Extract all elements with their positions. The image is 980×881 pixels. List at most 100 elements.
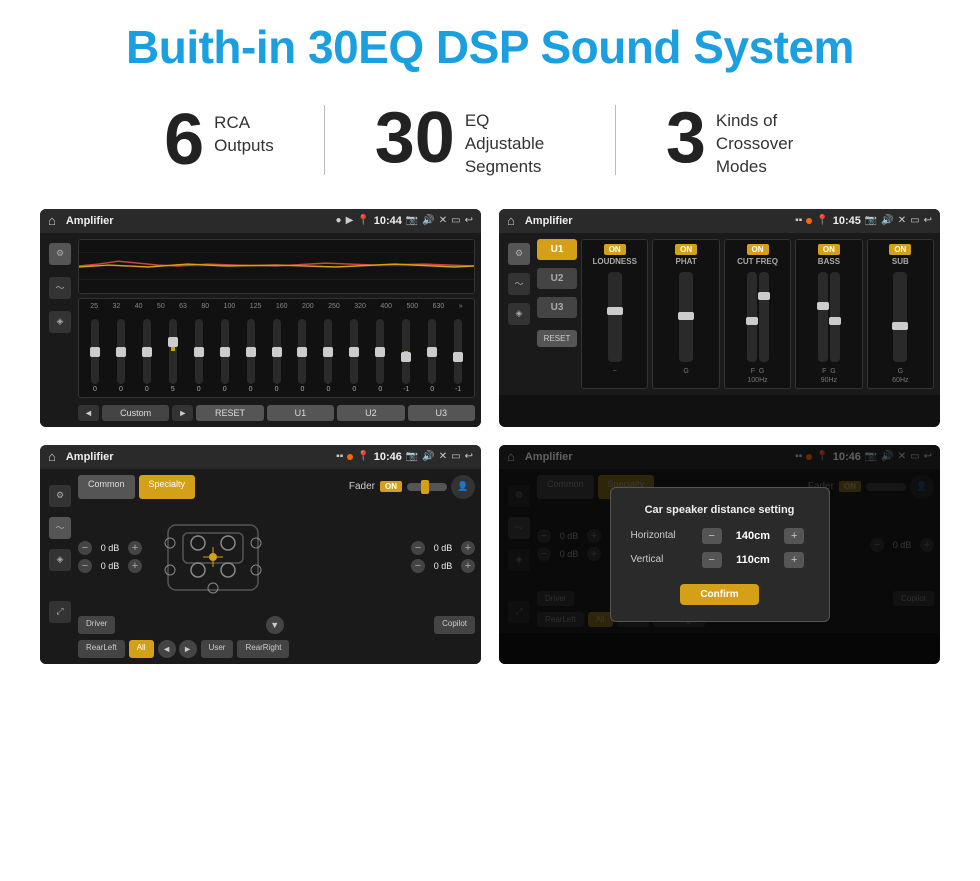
btn-rearleft[interactable]: RearLeft [78,640,125,658]
bal-wave-icon[interactable]: 〜 [49,517,71,539]
vol-fr-minus[interactable]: − [411,541,425,555]
eq-u1-button[interactable]: U1 [267,405,334,421]
home-icon-3[interactable]: ⌂ [48,449,56,464]
cross-phat-slider[interactable] [679,272,693,362]
eq-slider-9[interactable]: 0 [316,319,340,393]
btn-user[interactable]: User [201,640,234,658]
x-icon-2[interactable]: ✕ [898,215,906,226]
vol-fl-minus[interactable]: − [78,541,92,555]
btn-copilot[interactable]: Copilot [434,616,475,634]
eq-slider-14[interactable]: -1 [446,319,470,393]
cross-u3-button[interactable]: U3 [537,297,577,318]
eq-next-button[interactable]: ► [172,405,193,421]
dialog-vertical-minus[interactable]: − [702,552,722,568]
tab-common[interactable]: Common [78,475,135,499]
vol-rr-plus[interactable]: + [461,559,475,573]
eq-u3-button[interactable]: U3 [408,405,475,421]
eq-filter-icon[interactable]: ⚙ [49,243,71,265]
status-icons-3: ▪▪ 📍 10:46 📷 🔊 ✕ ▭ ↩ [336,451,473,463]
vol-fr-plus[interactable]: + [461,541,475,555]
dialog-vertical-label: Vertical [631,554,696,565]
btn-driver[interactable]: Driver [78,616,115,634]
eq-slider-7[interactable]: 0 [265,319,289,393]
eq-u2-button[interactable]: U2 [337,405,404,421]
cross-u2-button[interactable]: U2 [537,268,577,289]
dialog-confirm-button[interactable]: Confirm [680,584,758,605]
arrow-left-icon[interactable]: ◄ [158,640,176,658]
cross-phat-on[interactable]: ON [675,244,697,255]
eq-wave-icon[interactable]: 〜 [49,277,71,299]
eq-slider-13[interactable]: 0 [420,319,444,393]
cross-reset-button[interactable]: RESET [537,330,577,347]
eq-slider-1[interactable]: 0 [109,319,133,393]
back-icon-3[interactable]: ↩ [465,451,473,462]
vol-rl-plus[interactable]: + [128,559,142,573]
bal-expand-icon[interactable]: ⤢ [49,601,71,623]
eq-slider-11[interactable]: 0 [368,319,392,393]
home-icon-1[interactable]: ⌂ [48,213,56,228]
eq-slider-12[interactable]: -1 [394,319,418,393]
bal-speaker-icon[interactable]: ◈ [49,549,71,571]
cross-loudness-slider[interactable] [608,272,622,362]
vol-rr-minus[interactable]: − [411,559,425,573]
fader-on-badge[interactable]: ON [380,481,402,492]
cross-loudness-label: LOUDNESS [592,257,636,266]
bal-person-icon[interactable]: 👤 [451,475,475,499]
arrow-right-icon[interactable]: ► [179,640,197,658]
cross-u1-button[interactable]: U1 [537,239,577,260]
window-icon-1[interactable]: ▭ [451,215,460,226]
eq-reset-button[interactable]: RESET [196,405,263,421]
app-title-3: Amplifier [66,451,330,463]
eq-slider-5[interactable]: 0 [213,319,237,393]
cross-filter-icon[interactable]: ⚙ [508,243,530,265]
eq-speaker-icon[interactable]: ◈ [49,311,71,333]
cross-sub-on[interactable]: ON [889,244,911,255]
eq-slider-8[interactable]: 0 [291,319,315,393]
eq-slider-2[interactable]: 0 [135,319,159,393]
arrow-down-icon[interactable]: ▼ [266,616,284,634]
dialog-horizontal-plus[interactable]: + [784,528,804,544]
eq-slider-6[interactable]: 0 [239,319,263,393]
fader-thumb[interactable] [421,480,429,494]
crossover-content: ⚙ 〜 ◈ U1 U2 U3 RESET O [499,233,940,395]
eq-slider-10[interactable]: 0 [342,319,366,393]
bal-filter-icon[interactable]: ⚙ [49,485,71,507]
eq-slider-4[interactable]: 0 [187,319,211,393]
tab-specialty[interactable]: Specialty [139,475,196,499]
status-icons-2: ▪▪ 📍 10:45 📷 🔊 ✕ ▭ ↩ [795,215,932,227]
play-icon-1[interactable]: ▶ [346,215,354,226]
vol-fl-plus[interactable]: + [128,541,142,555]
window-icon-3[interactable]: ▭ [451,451,460,462]
dialog-vertical-plus[interactable]: + [784,552,804,568]
eq-slider-0[interactable]: 0 [83,319,107,393]
time-3: 10:46 [374,451,402,463]
cross-cutfreq-slider-f[interactable] [747,272,757,362]
status-bar-3: ⌂ Amplifier ▪▪ 📍 10:46 📷 🔊 ✕ ▭ ↩ [40,445,481,469]
x-icon-1[interactable]: ✕ [439,215,447,226]
window-icon-2[interactable]: ▭ [910,215,919,226]
vol-rl-minus[interactable]: − [78,559,92,573]
cross-bass-on[interactable]: ON [818,244,840,255]
cross-cutfreq-slider-g[interactable] [759,272,769,362]
cross-loudness-on[interactable]: ON [604,244,626,255]
back-icon-2[interactable]: ↩ [924,215,932,226]
cross-sub-slider[interactable] [893,272,907,362]
btn-rearright[interactable]: RearRight [237,640,289,658]
cross-bass-slider-g[interactable] [830,272,840,362]
eq-slider-3[interactable]: 5 [161,319,185,393]
screen-eq: ⌂ Amplifier ● ▶ 📍 10:44 📷 🔊 ✕ ▭ ↩ [40,209,481,427]
btn-all[interactable]: All [129,640,154,658]
cross-speaker-icon[interactable]: ◈ [508,303,530,325]
eq-prev-button[interactable]: ◄ [78,405,99,421]
cross-wave-icon[interactable]: 〜 [508,273,530,295]
fader-track[interactable] [407,483,447,491]
dialog-overlay: Car speaker distance setting Horizontal … [499,445,940,664]
back-icon-1[interactable]: ↩ [465,215,473,226]
cross-cutfreq-on[interactable]: ON [747,244,769,255]
home-icon-2[interactable]: ⌂ [507,213,515,228]
volume-icon-2: 🔊 [881,215,893,226]
cross-sub-hz: 60Hz [892,377,908,384]
x-icon-3[interactable]: ✕ [439,451,447,462]
cross-bass-slider-f[interactable] [818,272,828,362]
dialog-horizontal-minus[interactable]: − [702,528,722,544]
